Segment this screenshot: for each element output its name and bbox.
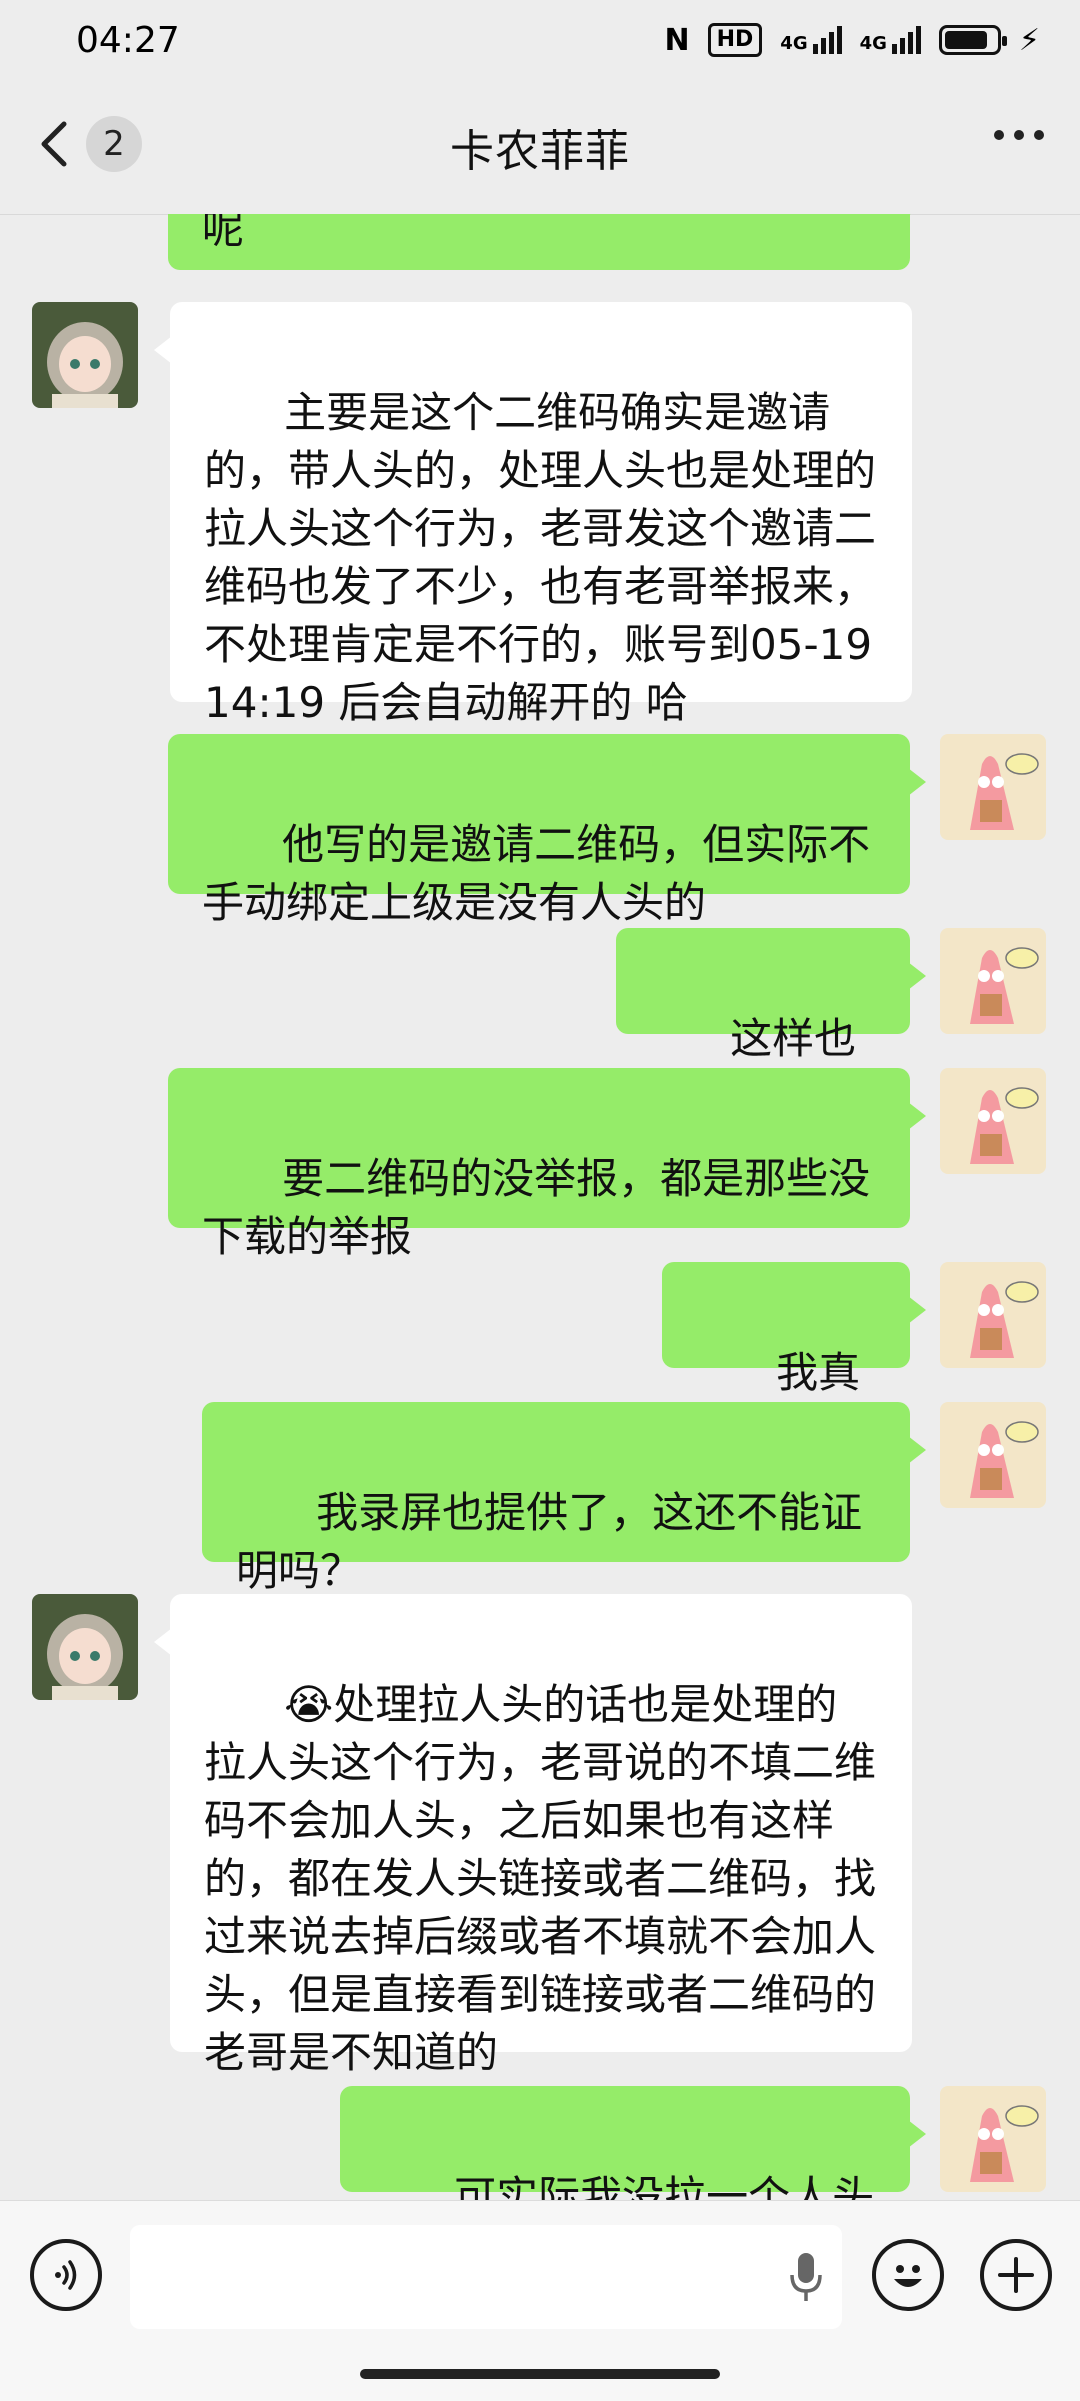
voice-button[interactable] [30,2239,102,2311]
message-text: 我录屏也提供了，这还不能证明吗？ [236,1488,863,1595]
message-bubble[interactable]: 可实际我没拉一个人头啊 [340,2086,926,2200]
back-chevron-icon [41,121,67,167]
self-avatar[interactable] [940,1068,1046,1174]
chat-header: 2 卡农菲菲 [0,80,1080,215]
message-text: 主要是这个二维码确实是邀请的，带人头的，处理人头也是处理的拉人头这个行为，老哥发… [204,388,886,727]
self-avatar[interactable] [940,2086,1046,2192]
message-list[interactable]: 呢 主要是这个二维码确实是邀请的，带人头的，处理人头也是处理的拉人头这个行为，老… [0,214,1080,2200]
network-type-2: 4G [859,33,887,54]
signal-icon-1: 4G [780,26,842,54]
contact-avatar[interactable] [32,1594,138,1700]
emoji-icon [894,2265,922,2287]
emoji-button[interactable] [872,2239,944,2311]
message-bubble[interactable]: 要二维码的没举报，都是那些没下载的举报 [168,1068,926,1261]
message-bubble[interactable]: 他写的是邀请二维码，但实际不手动绑定上级是没有人头的 [168,734,926,927]
status-time: 04:27 [76,19,180,61]
self-avatar[interactable] [940,734,1046,840]
nfc-icon: N [664,22,690,58]
message-text: 要二维码的没举报，都是那些没下载的举报 [202,1154,871,1261]
unread-count-badge: 2 [86,116,142,172]
message-bubble[interactable]: 主要是这个二维码确实是邀请的，带人头的，处理人头也是处理的拉人头这个行为，老哥发… [154,302,912,727]
message-input[interactable] [130,2225,842,2329]
message-text: 呢 [202,214,245,253]
message-bubble[interactable]: 我真服了 [662,1262,926,1455]
message-bubble[interactable]: 这样也不行 [616,928,926,1121]
battery-icon [938,25,1007,55]
plus-button[interactable] [980,2239,1052,2311]
more-icon[interactable] [994,130,1044,140]
crying-emoji: 😭 [284,1680,334,1729]
signal-icon-2: 4G [860,26,921,54]
self-avatar[interactable] [940,1262,1046,1368]
charging-icon: ⚡ [1018,22,1040,58]
message-text: 可实际我没拉一个人头啊 [454,2172,875,2200]
network-type-1: 4G [780,33,808,54]
self-avatar[interactable] [940,928,1046,1034]
hd-icon: HD [707,23,763,57]
status-bar: 04:27 N HD 4G 4G ⚡ [0,0,1080,80]
chat-title: 卡农菲菲 [450,126,630,177]
status-icons: N HD 4G 4G ⚡ [665,23,1041,58]
self-avatar[interactable] [940,1402,1046,1508]
message-text: 他写的是邀请二维码，但实际不手动绑定上级是没有人头的 [202,820,871,927]
home-indicator[interactable] [360,2369,720,2379]
back-button[interactable]: 2 [36,116,142,172]
message-bubble[interactable]: 呢 [168,214,926,270]
voice-icon [55,2260,77,2290]
message-bubble[interactable]: 我录屏也提供了，这还不能证明吗？ [202,1402,926,1595]
contact-avatar[interactable] [32,302,138,408]
message-bubble[interactable]: 😭处理拉人头的话也是处理的拉人头这个行为，老哥说的不填二维码不会加人头，之后如果… [154,1594,912,2077]
plus-icon [998,2257,1034,2293]
microphone-icon[interactable] [786,2249,826,2305]
message-text: 处理拉人头的话也是处理的拉人头这个行为，老哥说的不填二维码不会加人头，之后如果也… [204,1680,877,2077]
